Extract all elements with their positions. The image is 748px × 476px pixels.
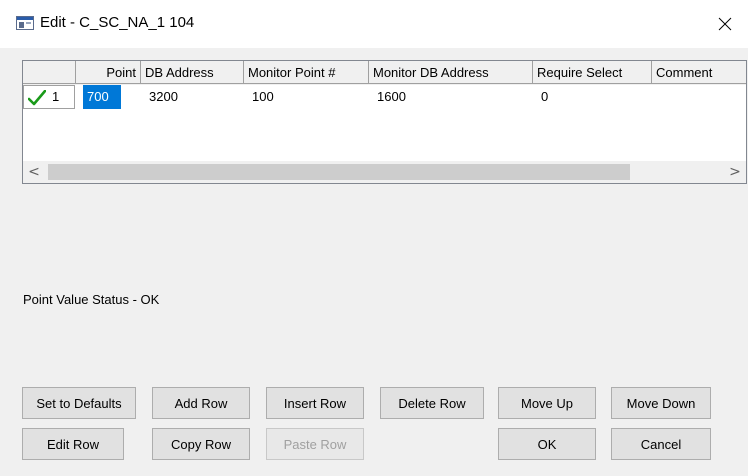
- scroll-left-button[interactable]: <: [23, 161, 45, 183]
- cell-point[interactable]: 700: [83, 85, 121, 109]
- check-icon: [28, 90, 46, 106]
- grid-header: Point DB Address Monitor Point # Monitor…: [23, 61, 746, 85]
- column-header-row-indicator[interactable]: [23, 61, 76, 84]
- cell-monitor-point[interactable]: 100: [248, 85, 366, 109]
- insert-row-label: Insert Row: [283, 395, 347, 411]
- edit-row-button[interactable]: Edit Row: [22, 428, 124, 460]
- cell-require-select[interactable]: 0: [537, 85, 649, 109]
- insert-row-button[interactable]: Insert Row: [266, 387, 364, 419]
- column-header-require-select[interactable]: Require Select: [533, 61, 652, 84]
- copy-row-label: Copy Row: [171, 436, 231, 452]
- column-header-monitor-db-address[interactable]: Monitor DB Address: [369, 61, 533, 84]
- row-number: 1: [52, 89, 60, 104]
- horizontal-scrollbar[interactable]: < >: [23, 161, 746, 183]
- column-header-db-address[interactable]: DB Address: [141, 61, 244, 84]
- move-up-button[interactable]: Move Up: [498, 387, 596, 419]
- add-row-button[interactable]: Add Row: [152, 387, 250, 419]
- window-icon: [16, 16, 34, 30]
- cell-db-address[interactable]: 3200: [145, 85, 241, 109]
- ok-label: OK: [537, 436, 557, 452]
- cancel-label: Cancel: [640, 436, 682, 452]
- copy-row-button[interactable]: Copy Row: [152, 428, 250, 460]
- add-row-label: Add Row: [174, 395, 228, 411]
- ok-button[interactable]: OK: [498, 428, 596, 460]
- scrollbar-thumb[interactable]: [48, 164, 630, 180]
- points-grid[interactable]: Point DB Address Monitor Point # Monitor…: [22, 60, 747, 184]
- row-header[interactable]: 1: [23, 85, 75, 109]
- set-to-defaults-label: Set to Defaults: [36, 395, 122, 411]
- chevron-right-icon: >: [729, 164, 741, 180]
- edit-row-label: Edit Row: [46, 436, 100, 452]
- column-header-point[interactable]: Point: [76, 61, 141, 84]
- cell-comment[interactable]: [656, 85, 744, 109]
- cancel-button[interactable]: Cancel: [611, 428, 711, 460]
- close-icon: [718, 17, 732, 31]
- column-header-comment[interactable]: Comment: [652, 61, 746, 84]
- point-value-status: Point Value Status - OK: [23, 292, 160, 307]
- close-button[interactable]: [702, 0, 748, 48]
- delete-row-label: Delete Row: [398, 395, 466, 411]
- chevron-left-icon: <: [28, 164, 40, 180]
- paste-row-button[interactable]: Paste Row: [266, 428, 364, 460]
- table-row[interactable]: 1 700 3200 100 1600 0: [23, 85, 746, 109]
- paste-row-label: Paste Row: [283, 436, 347, 452]
- set-to-defaults-button[interactable]: Set to Defaults: [22, 387, 136, 419]
- move-down-label: Move Down: [626, 395, 696, 411]
- window-title: Edit - C_SC_NA_1 104: [40, 14, 195, 31]
- move-down-button[interactable]: Move Down: [611, 387, 711, 419]
- delete-row-button[interactable]: Delete Row: [380, 387, 484, 419]
- title-bar: Edit - C_SC_NA_1 104: [0, 0, 748, 48]
- scroll-right-button[interactable]: >: [724, 161, 746, 183]
- column-header-monitor-point[interactable]: Monitor Point #: [244, 61, 369, 84]
- cell-monitor-db-address[interactable]: 1600: [373, 85, 530, 109]
- move-up-label: Move Up: [520, 395, 574, 411]
